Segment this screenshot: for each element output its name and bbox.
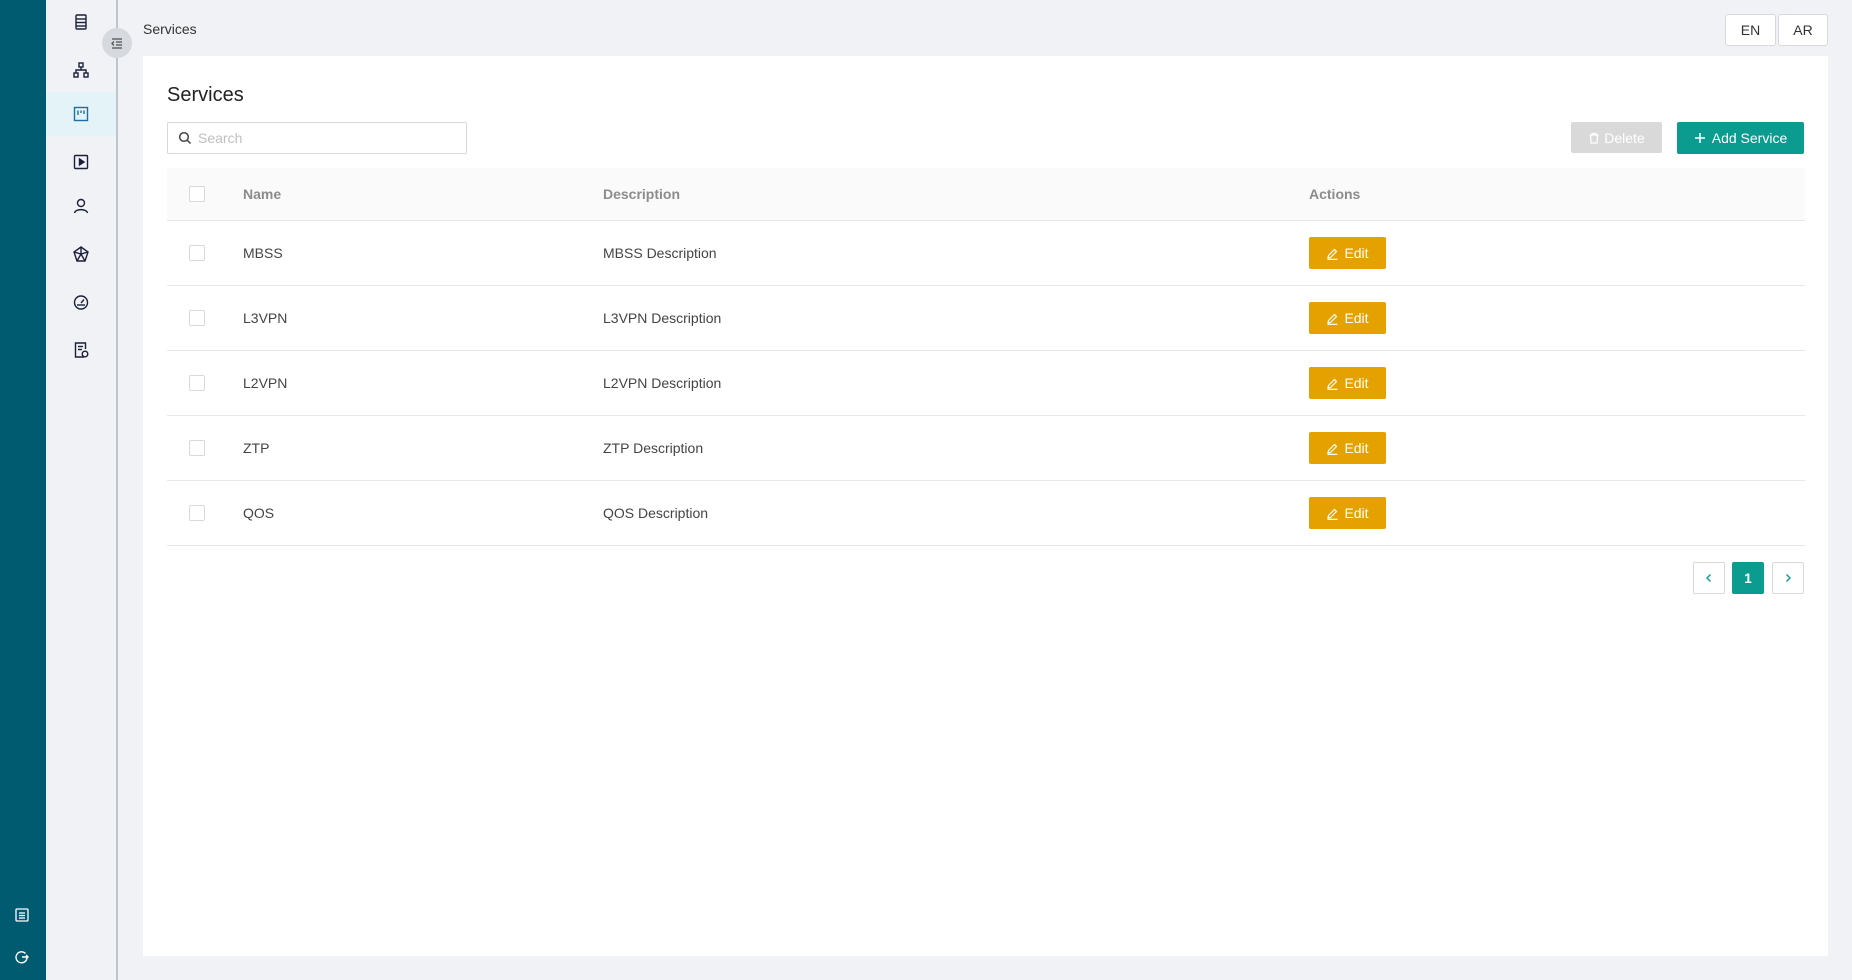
edit-button-label: Edit xyxy=(1344,245,1369,261)
row-name: L2VPN xyxy=(243,375,288,391)
services-card: Services Delete Add Service Name Descrip… xyxy=(143,56,1828,956)
column-header-name: Name xyxy=(243,186,282,202)
network-topology-icon xyxy=(73,62,89,78)
edit-icon xyxy=(1327,443,1338,455)
delete-button[interactable]: Delete xyxy=(1571,122,1662,153)
edit-icon xyxy=(1327,248,1338,260)
sidebar-item-execution[interactable] xyxy=(46,140,116,184)
edit-icon xyxy=(1327,313,1338,325)
row-name: L3VPN xyxy=(243,310,288,326)
select-all-checkbox[interactable] xyxy=(189,186,205,202)
breadcrumb: Services xyxy=(143,21,197,37)
dashboard-gauge-icon xyxy=(73,295,89,310)
edit-button[interactable]: Edit xyxy=(1309,497,1386,529)
edit-button[interactable]: Edit xyxy=(1309,432,1386,464)
edit-icon xyxy=(1327,378,1338,390)
delete-button-label: Delete xyxy=(1604,129,1645,146)
chevron-right-icon xyxy=(1786,574,1791,582)
row-checkbox[interactable] xyxy=(189,505,205,521)
pagination-next-button[interactable] xyxy=(1772,562,1804,594)
server-list-icon xyxy=(75,14,87,30)
row-checkbox[interactable] xyxy=(189,310,205,326)
page-title: Services xyxy=(167,84,244,106)
play-icon xyxy=(73,154,89,170)
search-field[interactable] xyxy=(167,122,467,154)
row-checkbox[interactable] xyxy=(189,245,205,261)
edit-button[interactable]: Edit xyxy=(1309,302,1386,334)
row-description: L3VPN Description xyxy=(603,310,722,326)
table-row: ZTP ZTP Description Edit xyxy=(167,416,1805,481)
services-board-icon xyxy=(73,106,89,122)
table-row: MBSS MBSS Description Edit xyxy=(167,221,1805,286)
row-description: ZTP Description xyxy=(603,440,704,456)
log-list-icon[interactable] xyxy=(12,905,32,925)
document-settings-icon xyxy=(74,342,89,358)
pagination-prev-button[interactable] xyxy=(1693,562,1725,594)
table-header: Name Description Actions xyxy=(167,168,1805,221)
language-ar-button[interactable]: AR xyxy=(1778,14,1828,46)
edit-button[interactable]: Edit xyxy=(1309,237,1386,269)
column-header-actions: Actions xyxy=(1309,186,1361,202)
sidebar-item-topology[interactable] xyxy=(46,48,116,92)
add-service-label: Add Service xyxy=(1711,130,1788,146)
table-row: QOS QOS Description Edit xyxy=(167,481,1805,546)
sidebar-item-services[interactable] xyxy=(46,92,116,136)
sidebar-item-dashboard[interactable] xyxy=(46,280,116,324)
edit-icon xyxy=(1327,508,1338,520)
table-row: L2VPN L2VPN Description Edit xyxy=(167,351,1805,416)
sidebar-item-reports[interactable] xyxy=(46,328,116,372)
menu-fold-icon xyxy=(111,38,122,49)
edit-button-label: Edit xyxy=(1344,375,1369,391)
edit-button-label: Edit xyxy=(1344,310,1369,326)
row-name: MBSS xyxy=(243,245,283,261)
language-en-button[interactable]: EN xyxy=(1725,14,1776,46)
chevron-left-icon xyxy=(1706,574,1711,582)
column-header-description: Description xyxy=(603,186,681,202)
plus-icon xyxy=(1694,133,1705,143)
edit-button-label: Edit xyxy=(1344,440,1369,456)
app-rail xyxy=(0,0,46,980)
add-service-button[interactable]: Add Service xyxy=(1677,122,1804,154)
pagination-page-current[interactable]: 1 xyxy=(1732,562,1764,594)
edit-button[interactable]: Edit xyxy=(1309,367,1386,399)
row-description: L2VPN Description xyxy=(603,375,722,391)
row-description: QOS Description xyxy=(603,505,709,521)
sidebar-item-network[interactable] xyxy=(46,232,116,276)
logout-icon[interactable] xyxy=(12,947,32,967)
row-description: MBSS Description xyxy=(603,245,717,261)
table-row: L3VPN L3VPN Description Edit xyxy=(167,286,1805,351)
row-name: ZTP xyxy=(243,440,270,456)
services-table: Name Description Actions MBSS MBSS Descr… xyxy=(167,168,1805,546)
sidebar-item-users[interactable] xyxy=(46,184,116,228)
user-icon xyxy=(73,198,89,214)
sidebar xyxy=(46,0,118,980)
trash-icon xyxy=(1589,132,1599,144)
row-name: QOS xyxy=(243,505,275,521)
row-checkbox[interactable] xyxy=(189,375,205,391)
search-input[interactable] xyxy=(198,130,458,146)
network-graph-icon xyxy=(73,246,89,262)
search-icon xyxy=(178,131,192,145)
edit-button-label: Edit xyxy=(1344,505,1369,521)
row-checkbox[interactable] xyxy=(189,440,205,456)
sidebar-collapse-button[interactable] xyxy=(102,28,132,58)
